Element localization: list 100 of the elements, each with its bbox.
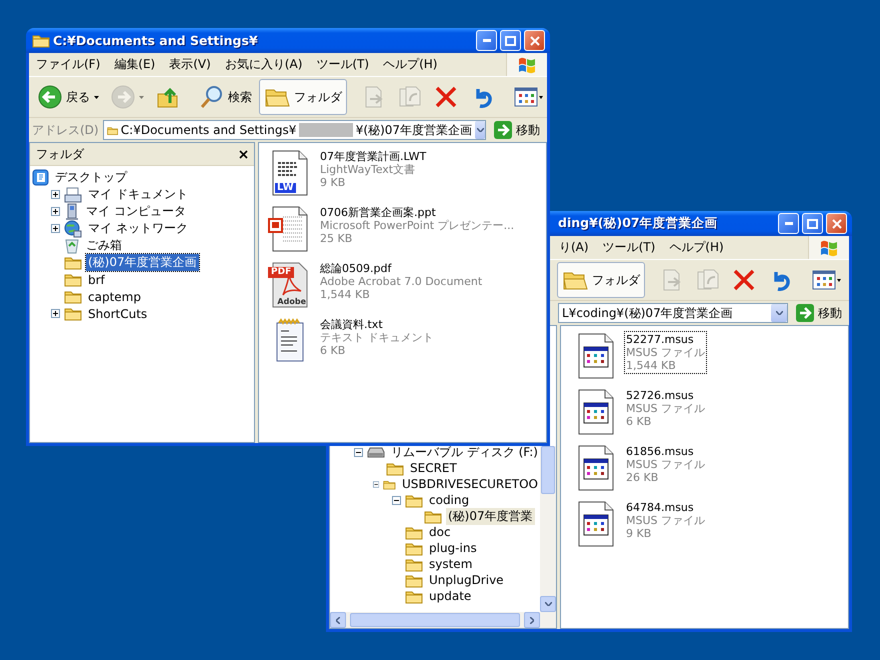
- chevron-left-icon: [336, 616, 340, 624]
- file-type: Microsoft PowerPoint プレゼンテー...: [320, 219, 514, 232]
- expand-toggle[interactable]: [51, 207, 60, 216]
- maximize-button[interactable]: [500, 30, 521, 51]
- go-arrow-icon: [494, 121, 512, 139]
- caret-icon: [94, 96, 99, 98]
- window-title: ding¥(秘)07年度営業企画: [558, 215, 719, 232]
- recycle-bin-icon: [64, 237, 80, 254]
- redaction-bar: [299, 123, 353, 137]
- file-name[interactable]: 52726.msus: [626, 389, 706, 402]
- collapse-toggle[interactable]: [392, 496, 401, 504]
- delete-icon: [732, 268, 756, 292]
- close-button[interactable]: [826, 213, 847, 234]
- toolbar-button[interactable]: フォルダ: [259, 79, 347, 115]
- tree-item[interactable]: system: [427, 557, 474, 571]
- tree-item[interactable]: USBDRIVESECURETOO: [400, 477, 540, 491]
- go-button[interactable]: 移動: [490, 119, 544, 141]
- folder-icon: [64, 289, 82, 304]
- menu-item[interactable]: 編集(E): [107, 54, 162, 75]
- tree-item[interactable]: plug-ins: [427, 541, 479, 555]
- toolbar-button[interactable]: フォルダ: [557, 262, 645, 298]
- menu-item[interactable]: り(A): [552, 237, 596, 258]
- address-field[interactable]: L¥coding¥(秘)07年度営業企画: [558, 303, 788, 323]
- menu-item[interactable]: 表示(V): [162, 54, 218, 75]
- tree-item[interactable]: ごみ箱: [84, 237, 124, 254]
- file-size: 25 KB: [320, 232, 354, 245]
- file-size: 1,544 KB: [626, 359, 677, 372]
- window-folder-icon: [32, 33, 50, 48]
- file-name[interactable]: 61856.msus: [626, 445, 706, 458]
- file-size: 6 KB: [626, 415, 652, 428]
- expand-toggle[interactable]: [51, 309, 60, 318]
- expand-toggle[interactable]: [51, 224, 60, 233]
- tree-item[interactable]: マイ コンピュータ: [84, 203, 188, 220]
- minimize-icon: [482, 39, 490, 42]
- minimize-button[interactable]: [778, 213, 799, 234]
- address-field[interactable]: C:¥Documents and Settings¥ ¥(秘)07年度営業企画: [102, 120, 486, 140]
- file-name[interactable]: 07年度営業計画.LWT: [320, 150, 426, 163]
- tree-item[interactable]: ShortCuts: [86, 306, 150, 320]
- tree-item[interactable]: リムーバブル ディスク (F:): [388, 444, 540, 460]
- tree-item[interactable]: マイ ネットワーク: [86, 220, 190, 237]
- delete-icon: [434, 85, 458, 109]
- maximize-button[interactable]: [802, 213, 823, 234]
- flag-logo-icon: [517, 56, 537, 74]
- file-size: 26 KB: [626, 471, 660, 484]
- file-name[interactable]: 52277.msus: [626, 333, 706, 346]
- go-button[interactable]: 移動: [792, 302, 846, 324]
- menu-item[interactable]: お気に入り(A): [218, 54, 310, 75]
- tree-item[interactable]: captemp: [86, 290, 143, 304]
- horizontal-scrollbar[interactable]: [330, 612, 556, 628]
- menu-item[interactable]: ファイル(F): [29, 54, 108, 75]
- file-type: MSUS ファイル: [626, 402, 706, 415]
- file-name[interactable]: 総論0509.pdf: [320, 262, 482, 275]
- chevron-right-icon: [530, 616, 534, 624]
- toolbar-button[interactable]: 検索: [195, 79, 257, 115]
- tree-item[interactable]: brf: [86, 272, 107, 286]
- expand-toggle[interactable]: [51, 190, 60, 199]
- vertical-scrollbar[interactable]: [540, 446, 556, 612]
- minimize-icon: [784, 222, 792, 225]
- collapse-toggle[interactable]: [354, 448, 363, 456]
- documents-icon: [64, 186, 82, 202]
- toolbar-button[interactable]: 戻る: [33, 79, 104, 115]
- flag-logo-icon: [819, 238, 839, 256]
- close-icon[interactable]: [239, 150, 248, 158]
- computer-icon: [64, 202, 80, 220]
- tree-item[interactable]: マイ ドキュメント: [86, 186, 190, 203]
- folder-icon: [405, 588, 423, 604]
- file-type: MSUS ファイル: [626, 514, 706, 527]
- desktop-icon: [32, 169, 49, 186]
- file-type: MSUS ファイル: [626, 458, 706, 471]
- maximize-icon: [505, 36, 516, 46]
- views-icon: [812, 269, 842, 291]
- close-button[interactable]: [524, 30, 545, 51]
- tree-item[interactable]: UnplugDrive: [427, 573, 506, 587]
- copy-to-icon: [696, 268, 720, 292]
- tree-item[interactable]: (秘)07年度営業企画: [86, 254, 199, 271]
- tree-item[interactable]: update: [427, 589, 474, 603]
- file-name[interactable]: 0706新営業企画案.ppt: [320, 206, 514, 219]
- menu-item[interactable]: ツール(T): [596, 237, 662, 258]
- file-name[interactable]: 会議資料.txt: [320, 318, 434, 331]
- menu-item[interactable]: ヘルプ(H): [376, 54, 444, 75]
- tree-item[interactable]: (秘)07年度営業: [446, 508, 535, 524]
- folder-icon: [64, 255, 82, 270]
- dropdown-button[interactable]: [475, 121, 485, 139]
- dropdown-button[interactable]: [771, 304, 787, 322]
- close-icon: [832, 218, 842, 228]
- file-type: Adobe Acrobat 7.0 Document: [320, 275, 482, 288]
- menu-item[interactable]: ヘルプ(H): [662, 237, 731, 258]
- collapse-toggle[interactable]: [373, 480, 380, 488]
- caret-icon: [139, 96, 144, 98]
- tree-item[interactable]: doc: [427, 525, 453, 539]
- tree-item[interactable]: coding: [427, 493, 472, 507]
- tree-item[interactable]: SECRET: [408, 461, 459, 475]
- tree-item[interactable]: デスクトップ: [53, 169, 129, 186]
- pane-title: フォルダ: [36, 146, 84, 162]
- chevron-down-icon: [544, 602, 552, 606]
- globe-computer-icon: [64, 220, 82, 238]
- views-icon: [514, 86, 544, 108]
- minimize-button[interactable]: [476, 30, 497, 51]
- file-name[interactable]: 64784.msus: [626, 501, 706, 514]
- menu-item[interactable]: ツール(T): [309, 54, 376, 75]
